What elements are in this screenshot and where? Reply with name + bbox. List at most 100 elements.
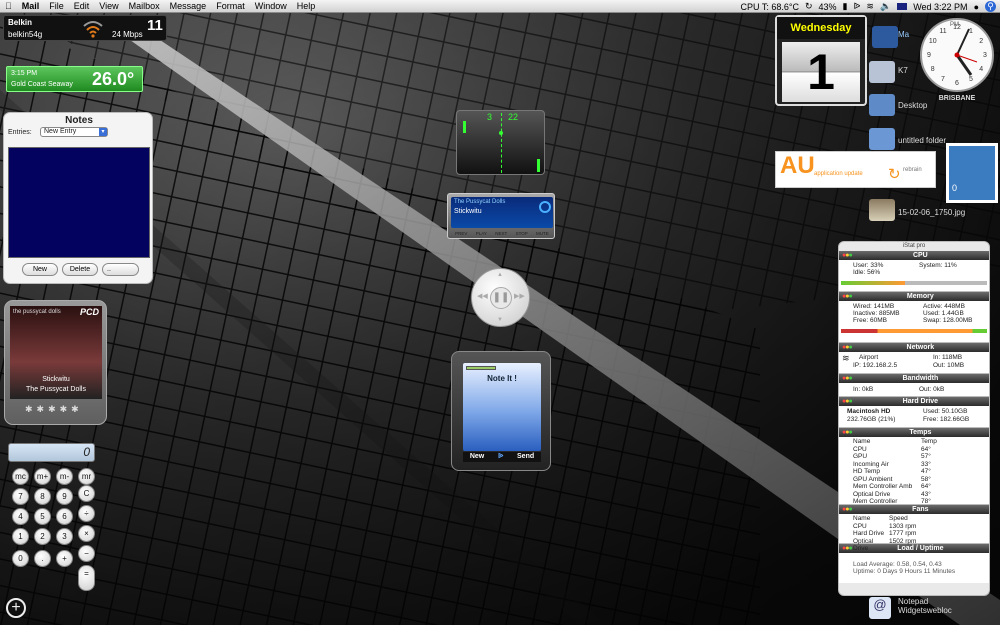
section-toggle-dots[interactable]: ●●● (842, 505, 853, 514)
volume-down-icon[interactable]: ▼ (497, 317, 503, 323)
photo-thumbnail-icon[interactable] (869, 199, 895, 221)
player-prev-button[interactable]: PREV (455, 231, 467, 236)
menu-format[interactable]: Format (211, 1, 250, 11)
calc-key-three[interactable]: 3 (56, 528, 73, 545)
notes-new-button[interactable]: New (22, 263, 58, 276)
notes-options-select[interactable]: .. (102, 263, 139, 276)
calc-key-six[interactable]: 6 (56, 508, 73, 525)
temp-sensor-value: 43° (921, 490, 931, 498)
menu-window[interactable]: Window (250, 1, 292, 11)
calc-key-four[interactable]: 4 (12, 508, 29, 525)
bluetooth-file-icon[interactable] (869, 61, 895, 83)
player-next-button[interactable]: NEXT (495, 231, 507, 236)
spotlight-icon[interactable]: ⚲ (985, 1, 996, 12)
temps-temp-col: Temp (921, 438, 937, 445)
input-flag-icon[interactable] (897, 3, 908, 10)
folder-icon[interactable] (869, 128, 895, 150)
temp-row: CPU 64° (853, 446, 986, 454)
section-toggle-dots[interactable]: ●●● (842, 397, 853, 406)
notes-text-area[interactable] (8, 147, 150, 258)
notepad-label: Notepad (898, 597, 929, 606)
battery-percent[interactable]: 43% (819, 2, 837, 12)
weather-widget[interactable]: 3:15 PM Gold Coast Seaway 26.0° (6, 66, 143, 92)
calc-key-nine[interactable]: 9 (56, 488, 73, 505)
wifi-menu-icon[interactable]: ≋ (866, 1, 874, 12)
user-icon[interactable]: ● (974, 2, 979, 12)
track-artist: The Pussycat Dolls (26, 386, 86, 393)
menu-bar:  Mail File Edit View Mailbox Message Fo… (0, 0, 1000, 13)
battery-icon[interactable]: ▮ (843, 1, 848, 12)
menu-edit[interactable]: Edit (69, 1, 95, 11)
calc-key-five[interactable]: 5 (34, 508, 51, 525)
notes-entry-select[interactable]: New Entry ▾ (40, 127, 108, 137)
itunes-control-wheel[interactable]: ❚❚ ◀◀ ▶▶ ▲ ▼ (471, 268, 530, 327)
calc-key-decimal[interactable]: . (34, 550, 51, 567)
disk-size: 232.76GB (21%) (847, 416, 896, 423)
menu-clock[interactable]: Wed 3:22 PM (913, 2, 967, 12)
calc-key-eight[interactable]: 8 (34, 488, 51, 505)
volume-up-icon[interactable]: ▲ (497, 272, 503, 278)
fans-header: ●●● Fans (839, 505, 989, 514)
itunes-album-widget[interactable]: the pussycat dolls PCD Stickwitu The Pus… (4, 300, 107, 425)
calc-key-equals[interactable]: = (78, 565, 95, 591)
apple-menu-icon[interactable]:  (0, 1, 17, 11)
note-it-new-button[interactable]: New (470, 452, 484, 462)
notes-delete-button[interactable]: Delete (62, 263, 98, 276)
calc-key-multiply[interactable]: × (78, 525, 95, 542)
calc-key-memory-add[interactable]: m+ (34, 468, 51, 485)
fast-forward-icon[interactable]: ▶▶ (514, 292, 525, 300)
rating-stars[interactable]: ✱✱✱✱✱ (25, 404, 83, 415)
drive-icon[interactable] (872, 26, 898, 48)
rewind-icon[interactable]: ◀◀ (477, 292, 488, 300)
webloc-label: Widgetswebloc (898, 606, 952, 615)
section-toggle-dots[interactable]: ●●● (842, 251, 853, 260)
stamp-widget[interactable]: 0 (946, 143, 998, 203)
player-play-button[interactable]: PLAY (476, 231, 487, 236)
menu-message[interactable]: Message (165, 1, 212, 11)
sync-icon[interactable]: ↻ (805, 1, 813, 12)
section-toggle-dots[interactable]: ●●● (842, 544, 853, 553)
menu-mailbox[interactable]: Mailbox (124, 1, 165, 11)
calc-key-memory-clear[interactable]: mc (12, 468, 29, 485)
volume-icon[interactable]: 🔈 (880, 1, 891, 12)
calc-key-zero[interactable]: 0 (12, 550, 29, 567)
calc-key-clear[interactable]: C (78, 485, 95, 502)
refresh-icon[interactable]: ↻ (888, 165, 901, 183)
flip-calendar-widget[interactable]: Wednesday 1 (775, 15, 867, 106)
note-it-send-button[interactable]: Send (517, 452, 534, 462)
pong-clock-widget[interactable]: 3 22 (456, 110, 545, 175)
player-stop-button[interactable]: STOP (516, 231, 528, 236)
section-toggle-dots[interactable]: ●●● (842, 374, 853, 383)
player-mute-button[interactable]: MUTE (536, 231, 549, 236)
calc-key-memory-recall[interactable]: mr (78, 468, 95, 485)
menu-app-name[interactable]: Mail (17, 1, 45, 11)
calc-key-divide[interactable]: ÷ (78, 505, 95, 522)
folder-icon[interactable] (869, 94, 895, 116)
webloc-at-icon[interactable]: @ (869, 597, 891, 619)
player-volume-knob[interactable] (539, 201, 551, 213)
memory-free: Free: 60MB (853, 317, 887, 324)
section-toggle-dots[interactable]: ●●● (842, 343, 853, 352)
application-update-widget[interactable]: AU application update ↻ rebrain (775, 151, 936, 188)
calc-key-add[interactable]: + (56, 550, 73, 567)
note-it-screen[interactable]: Note It ! (463, 363, 541, 451)
section-toggle-dots[interactable]: ●●● (842, 292, 853, 301)
calc-key-subtract[interactable]: − (78, 545, 95, 562)
menu-help[interactable]: Help (292, 1, 321, 11)
wifi-signal-icon (83, 21, 103, 38)
calc-key-two[interactable]: 2 (34, 528, 51, 545)
notes-options-value: .. (107, 266, 111, 273)
menu-view[interactable]: View (94, 1, 123, 11)
play-pause-icon[interactable]: ❚❚ (490, 287, 512, 309)
calc-key-one[interactable]: 1 (12, 528, 29, 545)
calc-key-memory-subtract[interactable]: m- (56, 468, 73, 485)
menu-file[interactable]: File (44, 1, 69, 11)
istat-title: iStat pro (902, 243, 926, 249)
section-toggle-dots[interactable]: ●●● (842, 428, 853, 437)
add-widget-plus-icon[interactable]: + (6, 598, 26, 618)
cpu-temp-menu[interactable]: CPU T: 68.6°C (741, 2, 799, 12)
calc-key-seven[interactable]: 7 (12, 488, 29, 505)
bluetooth-icon[interactable]: ᐉ (854, 1, 861, 12)
wifi-widget[interactable]: Belkin belkin54g 24 Mbps 11 (3, 15, 167, 41)
world-clock-widget[interactable]: 1 2 3 4 5 6 7 8 9 10 11 12 PM BRISBANE (919, 17, 995, 102)
